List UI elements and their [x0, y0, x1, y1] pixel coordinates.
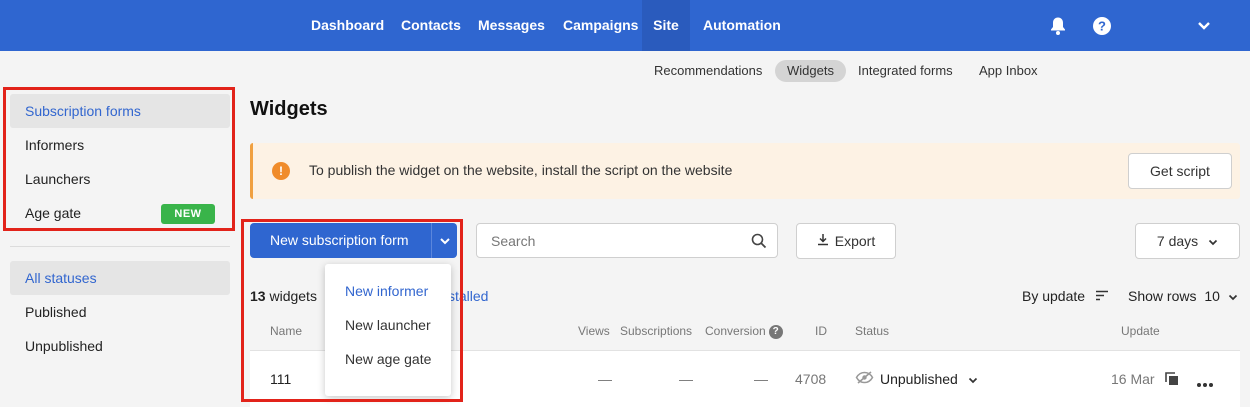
bell-icon[interactable]: [1046, 14, 1070, 38]
nav-messages[interactable]: Messages: [465, 0, 558, 51]
header-conversion: Conversion?: [705, 324, 783, 339]
menu-item-new-age-gate[interactable]: New age gate: [325, 342, 451, 376]
sidebar-item-unpublished[interactable]: Unpublished: [10, 329, 230, 363]
top-navigation: Dashboard Contacts Messages Campaigns Si…: [0, 0, 1250, 51]
installed-filter-link[interactable]: stalled: [448, 288, 488, 304]
subnav-recommendations[interactable]: Recommendations: [642, 60, 774, 82]
new-widget-dropdown: New informer New launcher New age gate: [325, 264, 451, 396]
menu-item-new-informer[interactable]: New informer: [325, 274, 451, 308]
help-icon[interactable]: ?: [1090, 14, 1114, 38]
show-rows-label: Show rows: [1128, 288, 1197, 304]
get-script-button[interactable]: Get script: [1128, 153, 1232, 189]
cell-update: 16 Mar: [1111, 371, 1155, 387]
nav-campaigns[interactable]: Campaigns: [550, 0, 651, 51]
widget-count: 13 widgets: [250, 288, 317, 304]
chevron-down-icon: [1228, 288, 1238, 304]
sidebar-item-launchers[interactable]: Launchers: [10, 162, 230, 196]
show-rows-value: 10: [1204, 288, 1220, 304]
widget-count-label: widgets: [269, 288, 317, 304]
help-icon[interactable]: ?: [768, 324, 783, 339]
export-label: Export: [834, 233, 876, 249]
header-conversion-label: Conversion: [705, 324, 766, 338]
cell-views: —: [598, 371, 612, 387]
header-name: Name: [270, 324, 303, 338]
new-badge: NEW: [161, 204, 215, 224]
sort-control[interactable]: By update: [1022, 288, 1109, 304]
sidebar-item-published[interactable]: Published: [10, 295, 230, 329]
chevron-down-icon: [1208, 224, 1218, 258]
subnav-integrated-forms[interactable]: Integrated forms: [846, 60, 965, 82]
sidebar-divider: [10, 246, 230, 247]
chevron-down-icon[interactable]: [432, 223, 457, 258]
cell-name[interactable]: 111: [270, 371, 291, 387]
subnav-widgets[interactable]: Widgets: [775, 60, 846, 82]
nav-automation[interactable]: Automation: [690, 0, 794, 51]
widget-count-number: 13: [250, 288, 266, 304]
search-icon[interactable]: [751, 233, 767, 252]
status-label: Unpublished: [880, 371, 958, 387]
header-subscriptions: Subscriptions: [620, 324, 693, 338]
sidebar-item-all-statuses[interactable]: All statuses: [10, 261, 230, 295]
alert-text: To publish the widget on the website, in…: [309, 162, 733, 178]
nav-dashboard[interactable]: Dashboard: [298, 0, 397, 51]
new-subscription-form-button[interactable]: New subscription form: [250, 223, 457, 258]
status-dropdown[interactable]: Unpublished: [855, 371, 978, 387]
header-update: Update: [1121, 324, 1160, 338]
more-actions-icon[interactable]: [1196, 375, 1214, 391]
cell-subscriptions: —: [679, 371, 693, 387]
show-rows-control[interactable]: Show rows 10: [1128, 288, 1238, 304]
sort-label: By update: [1022, 288, 1086, 304]
cell-id: 4708: [795, 371, 827, 387]
export-button[interactable]: Export: [796, 223, 896, 259]
header-status: Status: [855, 324, 890, 338]
search-field: [476, 223, 778, 258]
period-select[interactable]: 7 days: [1135, 223, 1240, 259]
svg-text:?: ?: [1098, 19, 1106, 34]
sidebar-item-label: Age gate: [25, 205, 82, 221]
period-value: 7 days: [1156, 233, 1199, 249]
warning-icon: !: [272, 162, 290, 180]
sidebar-item-informers[interactable]: Informers: [10, 128, 230, 162]
download-icon: [817, 224, 829, 258]
sidebar-item-subscription-forms[interactable]: Subscription forms: [10, 94, 230, 128]
nav-site[interactable]: Site: [642, 0, 690, 51]
menu-item-new-launcher[interactable]: New launcher: [325, 308, 451, 342]
header-id: ID: [815, 324, 827, 338]
script-alert: ! To publish the widget on the website, …: [250, 143, 1240, 199]
header-views: Views: [578, 324, 610, 338]
page-title: Widgets: [250, 98, 328, 120]
search-input[interactable]: [478, 225, 738, 256]
sidebar-item-age-gate[interactable]: Age gate NEW: [10, 196, 230, 230]
cell-conversion: —: [754, 371, 768, 387]
sort-icon: [1095, 288, 1109, 304]
chevron-down-icon[interactable]: [1192, 14, 1216, 38]
copy-icon[interactable]: [1165, 372, 1179, 389]
subnav-app-inbox[interactable]: App Inbox: [967, 60, 1050, 82]
new-subscription-form-label: New subscription form: [270, 232, 409, 248]
eye-off-icon: [855, 371, 874, 387]
chevron-down-icon: [968, 371, 978, 387]
nav-contacts[interactable]: Contacts: [388, 0, 474, 51]
